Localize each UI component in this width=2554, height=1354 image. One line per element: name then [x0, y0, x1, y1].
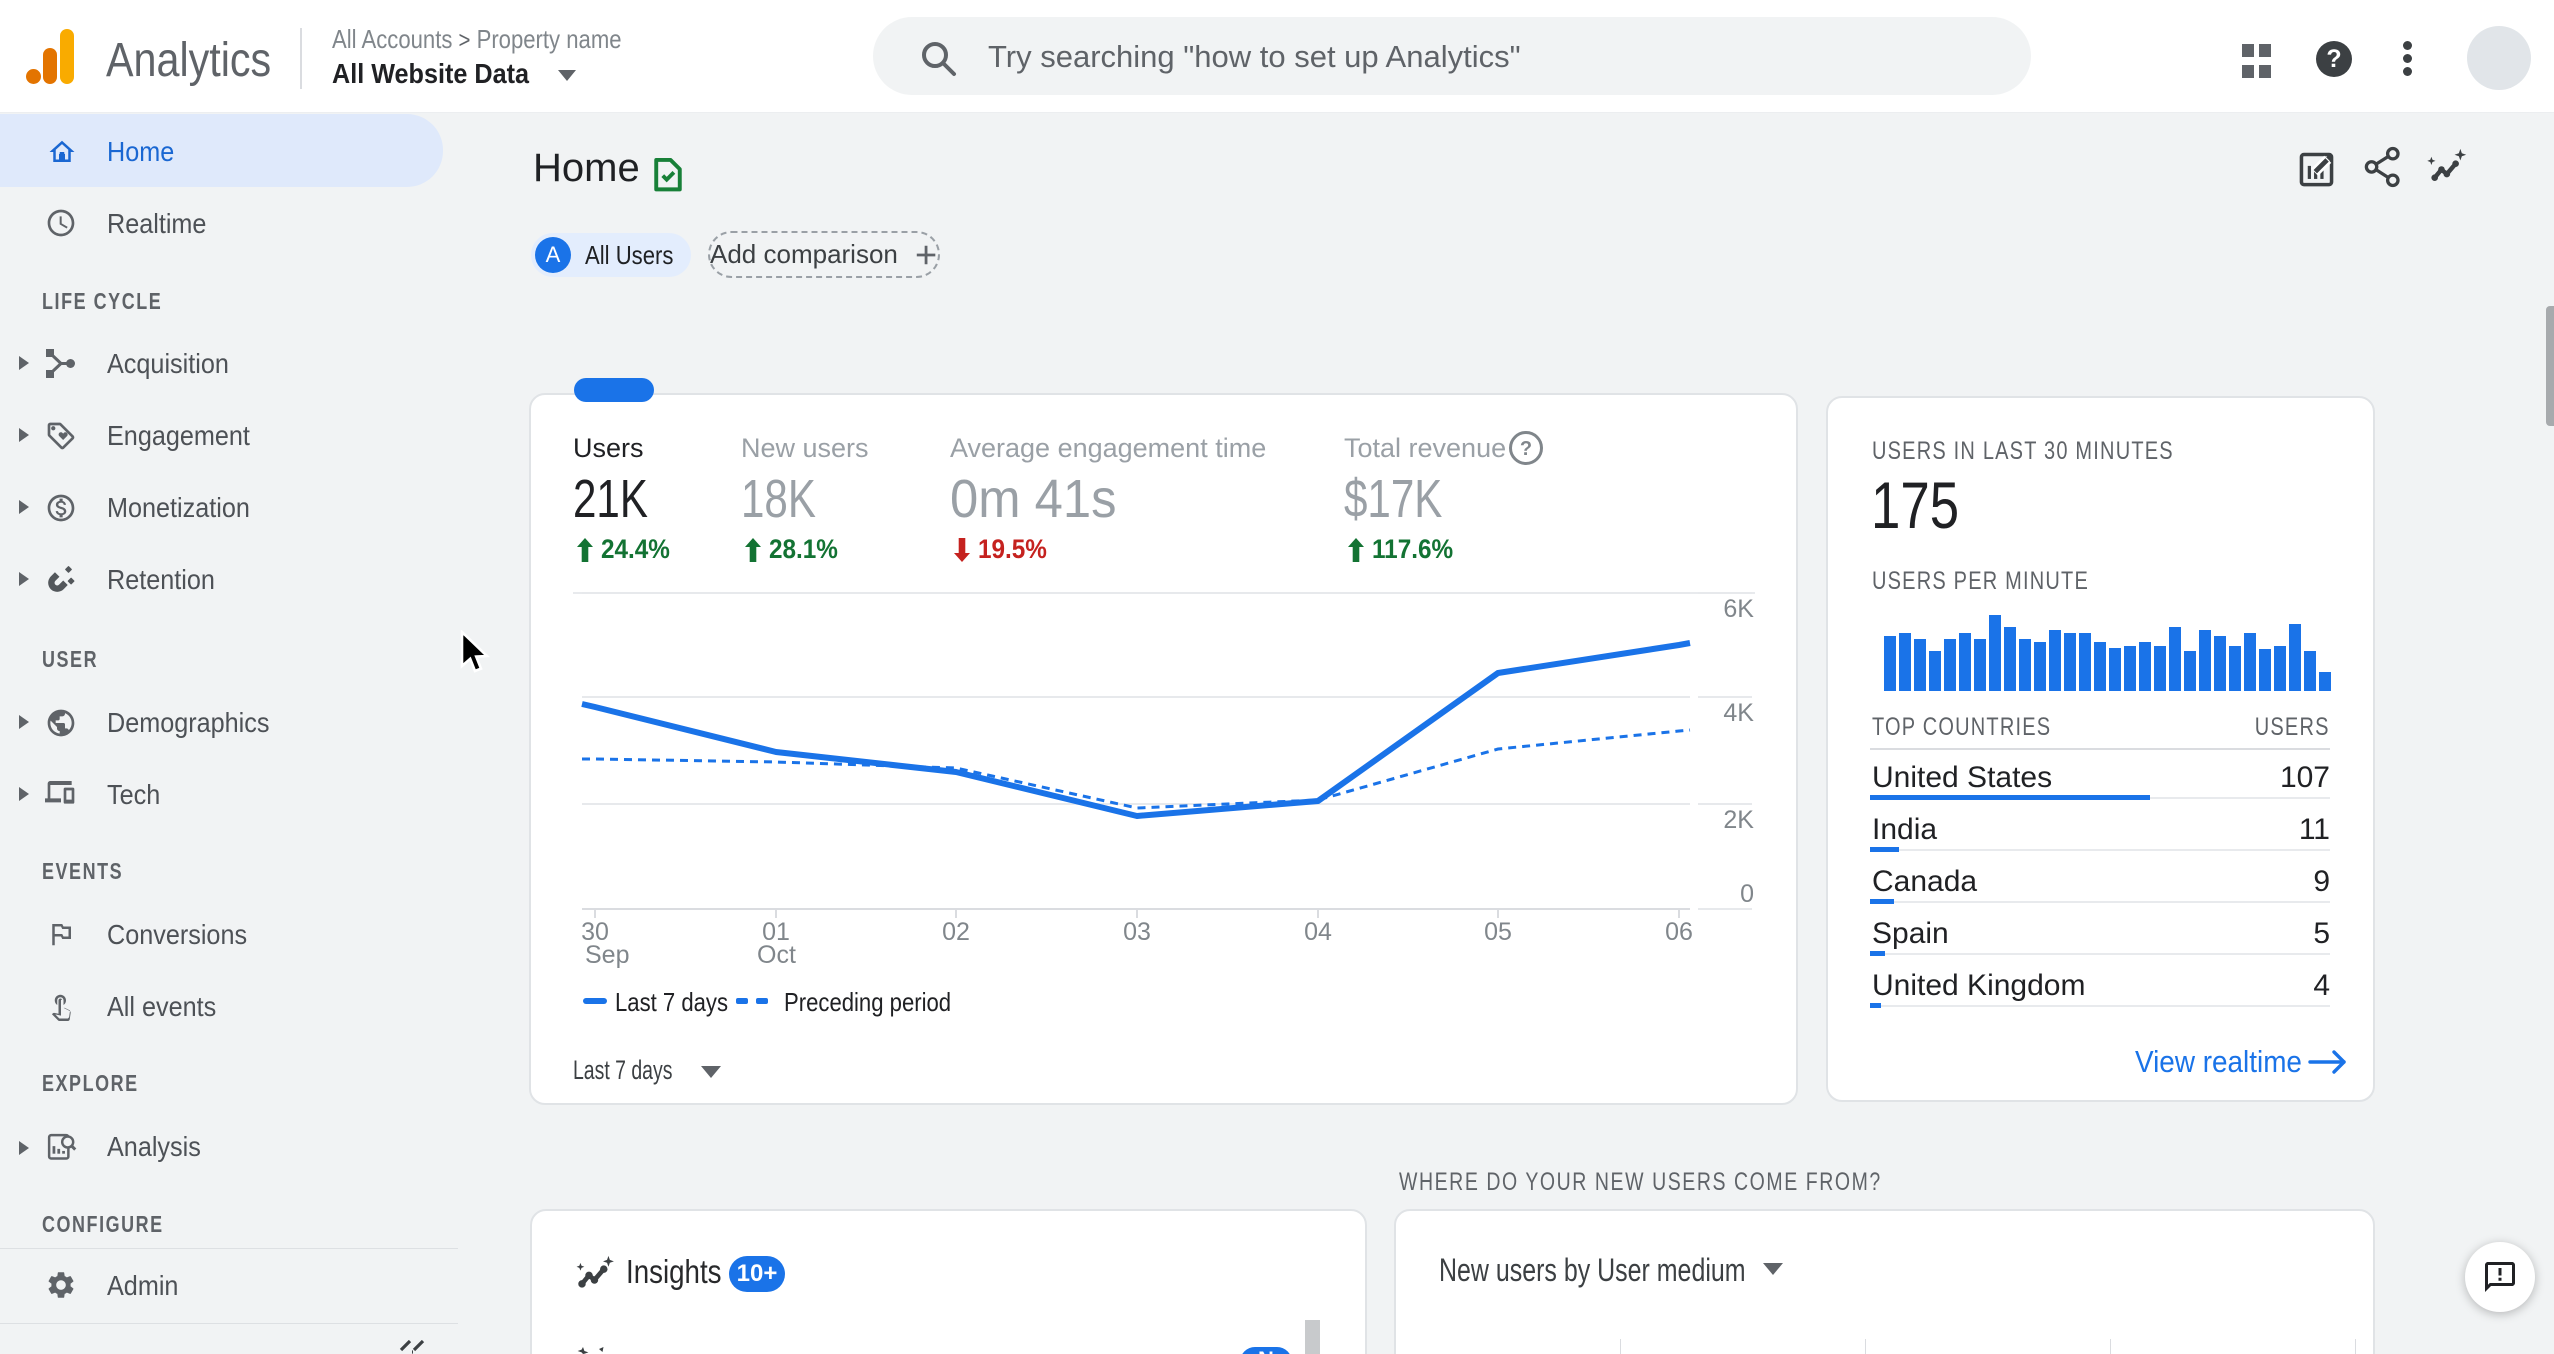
svg-text:02: 02 — [942, 918, 970, 946]
svg-text:6K: 6K — [1723, 595, 1754, 623]
svg-text:04: 04 — [1304, 918, 1332, 946]
svg-text:?: ? — [1520, 438, 1532, 460]
svg-text:05: 05 — [1484, 918, 1512, 946]
svg-text:Sep: Sep — [585, 941, 629, 969]
svg-text:2K: 2K — [1723, 806, 1754, 834]
svg-text:06: 06 — [1665, 918, 1693, 946]
svg-text:03: 03 — [1123, 918, 1151, 946]
svg-text:0: 0 — [1740, 880, 1754, 908]
svg-text:4K: 4K — [1723, 699, 1754, 727]
svg-text:Oct: Oct — [757, 941, 796, 969]
